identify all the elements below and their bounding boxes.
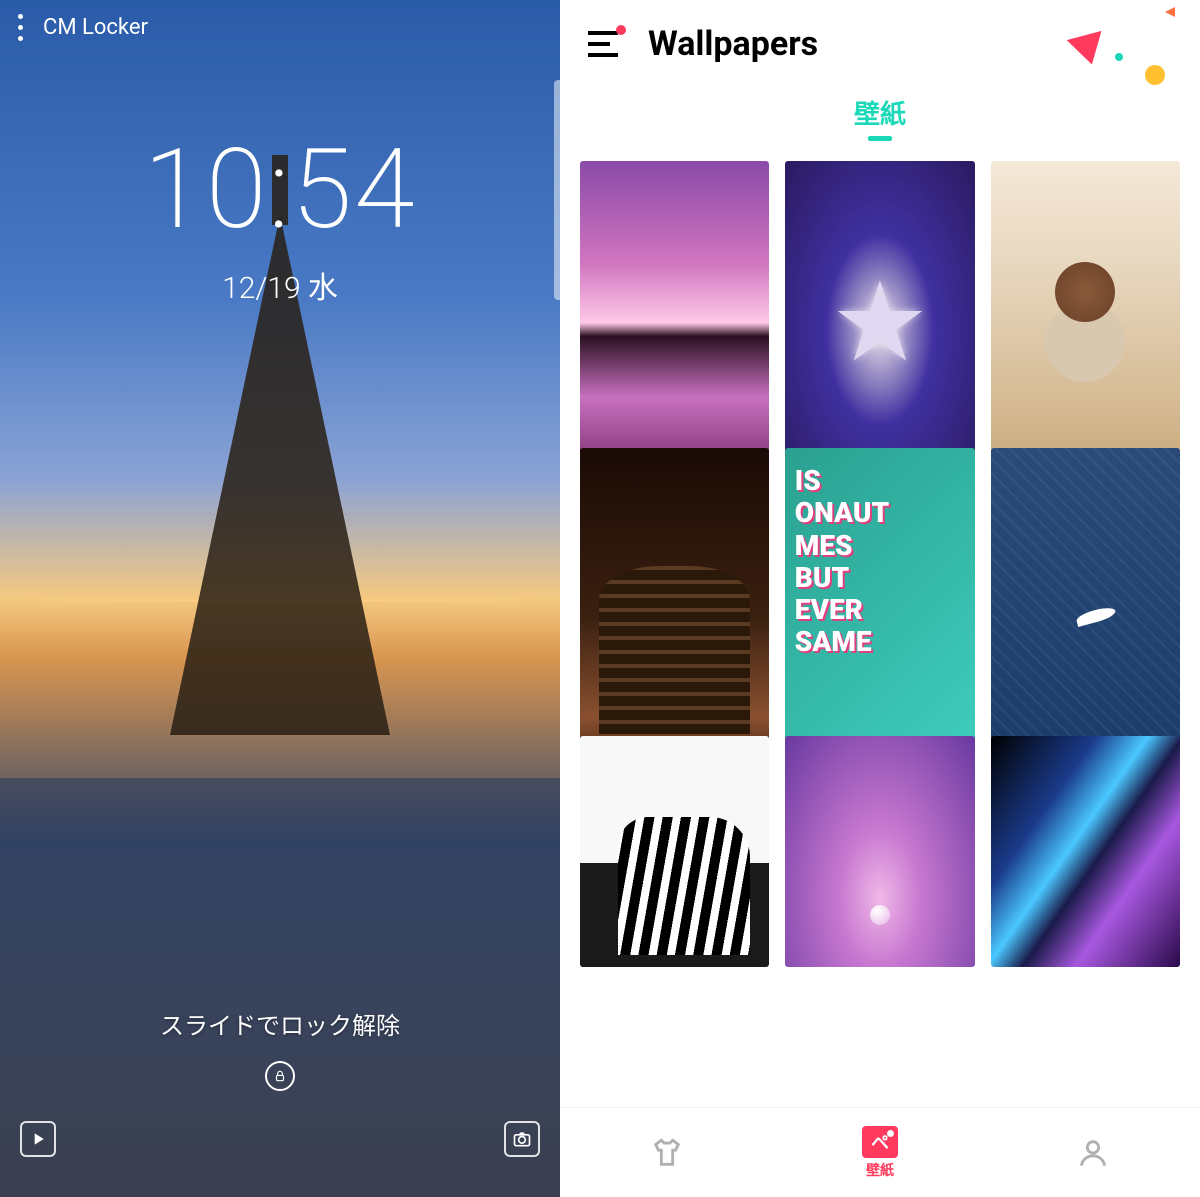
notification-badge-icon bbox=[616, 25, 626, 35]
bottom-navigation: ペ 壁紙 bbox=[560, 1107, 1200, 1197]
wallpapers-app: Wallpapers 壁紙 ペ 壁紙 bbox=[560, 0, 1200, 1197]
camera-shortcut-icon[interactable] bbox=[504, 1121, 540, 1157]
wallpaper-thumbnail[interactable] bbox=[991, 448, 1180, 785]
wallpaper-thumbnail[interactable] bbox=[580, 736, 769, 967]
header-decoration bbox=[1060, 5, 1190, 85]
wallpaper-thumbnail[interactable] bbox=[785, 736, 974, 967]
hamburger-menu-icon[interactable] bbox=[588, 31, 618, 57]
lock-screen: CM Locker 10:54 12/19 水 スライドでロック解除 bbox=[0, 0, 560, 1197]
wallpaper-thumbnail[interactable] bbox=[991, 161, 1180, 498]
media-play-shortcut-icon[interactable] bbox=[20, 1121, 56, 1157]
wallpaper-icon: ペ bbox=[862, 1126, 898, 1158]
clock-time: 10:54 bbox=[0, 135, 560, 245]
wallpaper-thumbnail[interactable] bbox=[580, 448, 769, 785]
page-title: Wallpapers bbox=[648, 24, 818, 64]
wallpaper-thumbnail[interactable] bbox=[580, 161, 769, 498]
wallpapers-header: Wallpapers bbox=[560, 0, 1200, 74]
nav-wallpaper-label: 壁紙 bbox=[866, 1160, 894, 1180]
nav-wallpaper[interactable]: ペ 壁紙 bbox=[773, 1108, 986, 1197]
clock-date: 12/19 水 bbox=[0, 263, 560, 307]
nav-profile[interactable] bbox=[987, 1108, 1200, 1197]
tab-wallpaper[interactable]: 壁紙 bbox=[854, 94, 906, 131]
wallpaper-thumbnail[interactable] bbox=[785, 161, 974, 498]
tshirt-icon bbox=[650, 1136, 684, 1170]
lock-icon[interactable] bbox=[265, 1061, 295, 1091]
wallpaper-thumbnail[interactable] bbox=[785, 448, 974, 785]
clock-area: 10:54 12/19 水 bbox=[0, 135, 560, 307]
more-options-icon[interactable] bbox=[18, 14, 23, 41]
wallpaper-grid bbox=[560, 141, 1200, 967]
nav-themes[interactable] bbox=[560, 1108, 773, 1197]
app-name-label: CM Locker bbox=[43, 15, 148, 40]
wallpaper-thumbnail[interactable] bbox=[991, 736, 1180, 967]
unlock-hint-text: スライドでロック解除 bbox=[0, 1006, 560, 1041]
profile-icon bbox=[1076, 1136, 1110, 1170]
